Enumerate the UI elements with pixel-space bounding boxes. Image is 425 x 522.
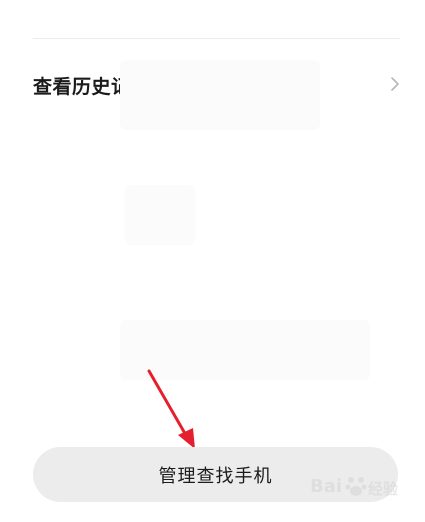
faded-background-image xyxy=(120,60,320,130)
baidu-watermark-logo: Bai 经验 xyxy=(300,470,420,510)
watermark-brand: Bai xyxy=(310,476,343,497)
phone-screen: 查看历史记录 管理查找手机 Bai 经验 xyxy=(0,0,425,522)
red-arrow-annotation xyxy=(147,369,195,449)
paw-icon xyxy=(345,477,367,496)
watermark-suffix: 经验 xyxy=(368,480,399,498)
divider xyxy=(33,38,400,39)
chevron-right-icon xyxy=(391,77,399,91)
manage-find-phone-label: 管理查找手机 xyxy=(158,465,273,487)
faded-background-image xyxy=(125,185,195,245)
